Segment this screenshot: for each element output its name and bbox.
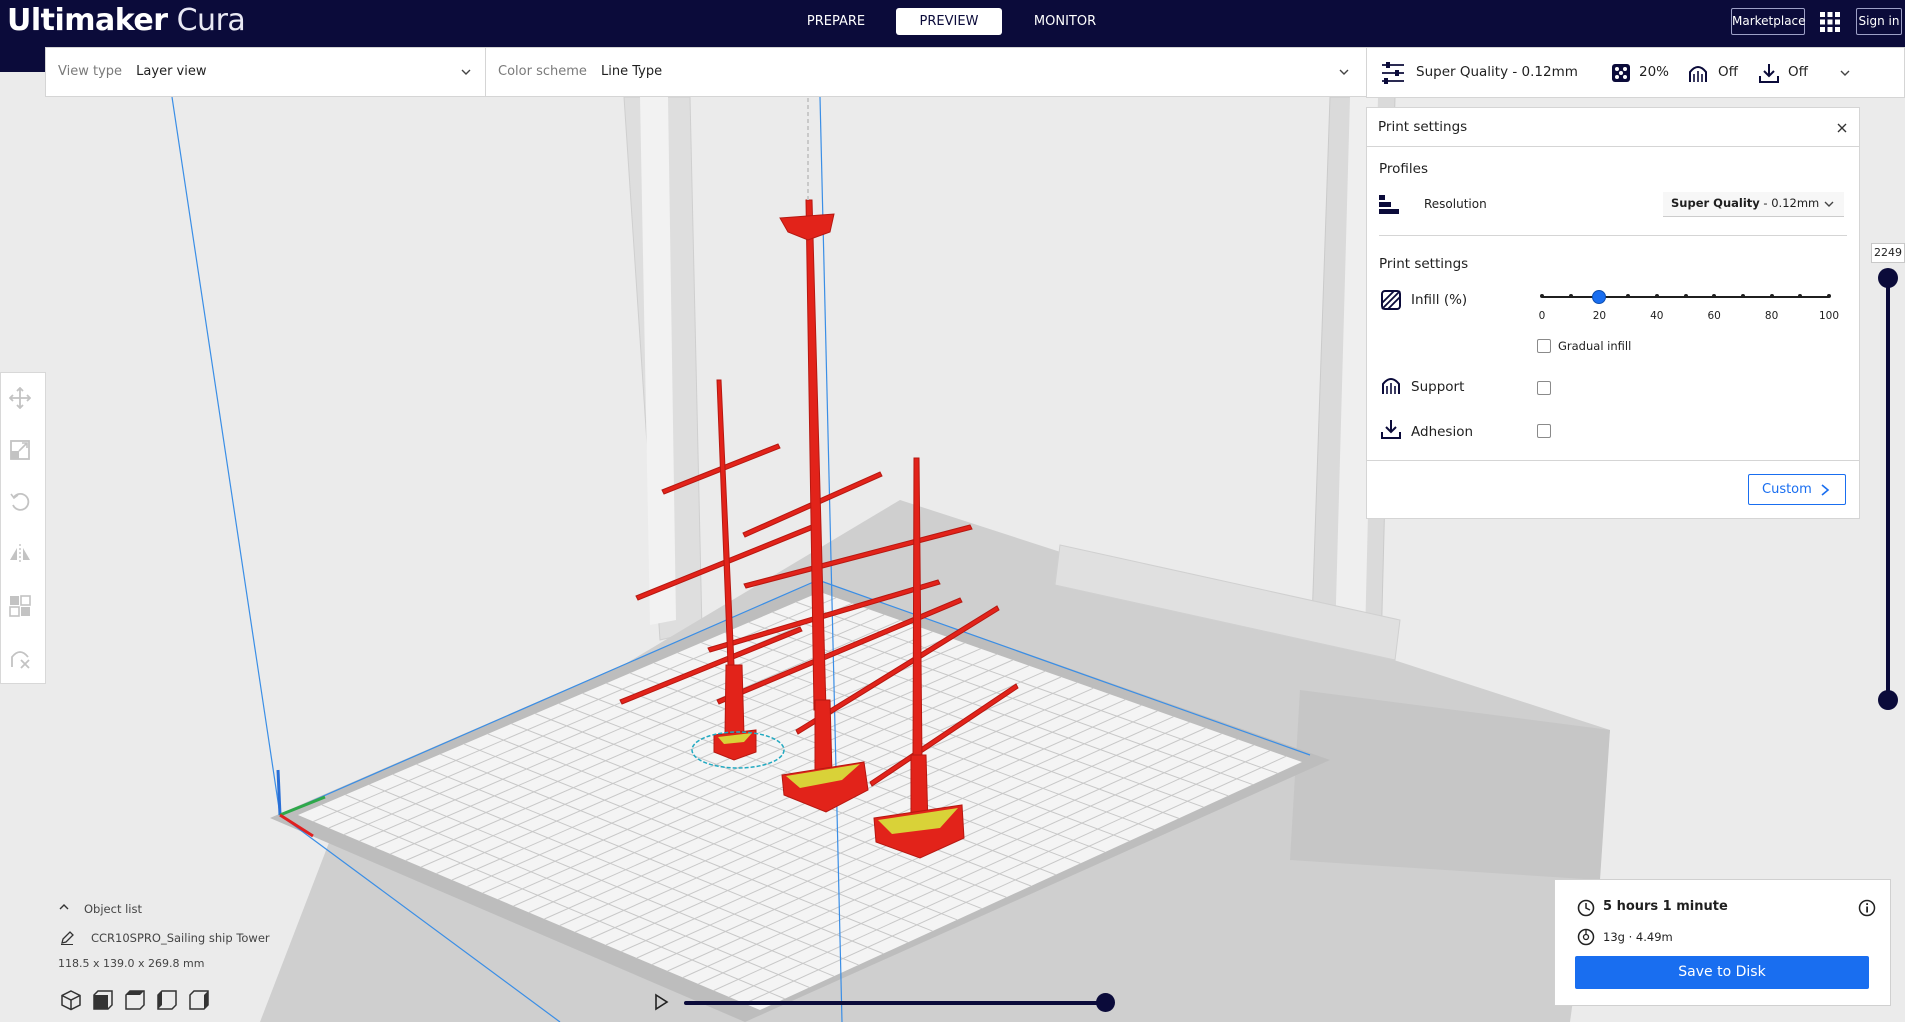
left-toolbar	[0, 372, 46, 684]
view-left-icon[interactable]	[156, 989, 178, 1011]
chevron-down-icon[interactable]	[1839, 67, 1851, 79]
move-icon[interactable]	[9, 387, 31, 409]
per-model-settings-icon[interactable]	[9, 595, 31, 617]
tab-monitor[interactable]: MONITOR	[1022, 8, 1108, 35]
chevron-right-icon	[1821, 484, 1830, 496]
infill-tick-label: 20	[1592, 310, 1607, 322]
infill-slider-dot	[1654, 294, 1659, 298]
print-settings-panel: Print settings Profiles Resolution Super…	[1366, 107, 1860, 519]
infill-slider-handle[interactable]	[1592, 290, 1607, 304]
divider	[1367, 460, 1859, 461]
gradual-infill-checkbox[interactable]	[1537, 339, 1551, 353]
support-icon	[1382, 378, 1400, 394]
app-logo: Ultimaker Cura	[7, 3, 246, 38]
color-scheme-value: Line Type	[601, 64, 663, 79]
resolution-value-bold: Super Quality	[1671, 196, 1760, 210]
infill-slider-dot	[1540, 294, 1544, 298]
infill-slider-dot	[1827, 294, 1831, 298]
print-settings-header[interactable]: Super Quality - 0.12mm 20% Off Off	[1366, 47, 1905, 98]
support-checkbox[interactable]	[1537, 381, 1551, 395]
resolution-icon	[1379, 195, 1399, 214]
scale-icon[interactable]	[9, 439, 31, 461]
resolution-label: Resolution	[1424, 197, 1487, 211]
profiles-heading: Profiles	[1379, 161, 1429, 177]
layer-slider-track[interactable]	[1886, 278, 1890, 700]
color-scheme-label: Color scheme	[498, 64, 587, 79]
infill-summary: 20%	[1639, 64, 1670, 80]
material-spool-icon	[1577, 928, 1595, 946]
material-usage: 13g · 4.49m	[1603, 930, 1673, 944]
rotate-icon[interactable]	[9, 491, 31, 513]
view-header: View type Layer view Color scheme Line T…	[45, 47, 1368, 97]
tab-prepare[interactable]: PREPARE	[795, 8, 877, 35]
marketplace-button[interactable]: Marketplace	[1731, 8, 1806, 35]
support-icon	[1689, 66, 1707, 82]
support-summary: Off	[1718, 64, 1738, 80]
print-settings-heading: Print settings	[1379, 256, 1469, 272]
print-time: 5 hours 1 minute	[1603, 899, 1728, 914]
infill-slider-dot	[1769, 294, 1774, 298]
apps-grid-icon[interactable]	[1819, 11, 1841, 33]
simulation-slider-track[interactable]	[684, 1001, 1107, 1005]
infill-icon	[1612, 64, 1630, 82]
view-3d-icon[interactable]	[60, 989, 82, 1011]
object-name: CCR10SPRO_Sailing ship Tower	[91, 931, 270, 945]
infill-slider-dot	[1683, 294, 1688, 298]
custom-button-label: Custom	[1762, 482, 1812, 497]
infill-slider-dot	[1740, 294, 1745, 298]
view-type-label: View type	[58, 64, 123, 79]
gradual-infill-label: Gradual infill	[1558, 339, 1632, 353]
divider	[485, 48, 486, 96]
infill-tick-label: 60	[1707, 310, 1721, 322]
sign-in-button[interactable]: Sign in	[1856, 8, 1902, 35]
chevron-up-icon[interactable]	[58, 902, 70, 912]
view-front-icon[interactable]	[92, 989, 114, 1011]
infill-hatch-icon	[1381, 290, 1401, 310]
view-right-icon[interactable]	[188, 989, 210, 1011]
view-type-value: Layer view	[136, 64, 207, 79]
settings-sliders-icon	[1382, 62, 1404, 84]
infill-tick-label: 0	[1538, 310, 1546, 322]
support-blocker-icon[interactable]	[9, 647, 31, 669]
profile-summary: Super Quality - 0.12mm	[1416, 64, 1578, 80]
custom-button[interactable]: Custom	[1748, 474, 1846, 505]
resolution-dropdown[interactable]: Super Quality - 0.12mm	[1663, 192, 1844, 217]
layer-number-input[interactable]: 2249	[1871, 243, 1905, 263]
infill-tick-label: 80	[1764, 310, 1779, 322]
resolution-value-rest: - 0.12mm	[1759, 196, 1820, 210]
adhesion-icon	[1381, 420, 1401, 439]
edit-pencil-icon[interactable]	[60, 931, 74, 945]
panel-title: Print settings	[1378, 119, 1468, 135]
adhesion-icon	[1759, 64, 1779, 83]
chevron-down-icon[interactable]	[1338, 66, 1350, 78]
infill-tick-label: 100	[1818, 310, 1840, 322]
adhesion-summary: Off	[1788, 64, 1808, 80]
job-action-panel: 5 hours 1 minute 13g · 4.49m Save to Dis…	[1554, 879, 1891, 1006]
view-top-icon[interactable]	[124, 989, 146, 1011]
chevron-down-icon	[1824, 201, 1834, 207]
tab-preview[interactable]: PREVIEW	[896, 8, 1002, 35]
layer-slider-bottom-handle[interactable]	[1878, 690, 1898, 710]
infill-slider-dot	[1568, 294, 1573, 298]
chevron-down-icon[interactable]	[460, 66, 472, 78]
play-icon[interactable]	[653, 993, 669, 1011]
simulation-slider-handle[interactable]	[1096, 993, 1115, 1012]
divider	[1367, 146, 1859, 147]
color-scheme-selector[interactable]: Color scheme Line Type	[498, 48, 1348, 96]
layer-slider-top-handle[interactable]	[1878, 268, 1898, 288]
view-type-selector[interactable]: View type Layer view	[58, 48, 478, 96]
object-dimensions: 118.5 x 139.0 x 269.8 mm	[58, 957, 205, 970]
mirror-icon[interactable]	[9, 543, 31, 565]
infill-tick-label: 40	[1650, 310, 1664, 322]
close-icon[interactable]	[1836, 122, 1848, 134]
object-list-title[interactable]: Object list	[84, 902, 142, 916]
support-label: Support	[1411, 379, 1465, 395]
save-to-disk-button[interactable]: Save to Disk	[1575, 956, 1869, 989]
adhesion-checkbox[interactable]	[1537, 424, 1551, 438]
infill-label: Infill (%)	[1411, 292, 1468, 308]
adhesion-label: Adhesion	[1411, 424, 1474, 440]
divider	[1379, 235, 1847, 236]
clock-icon	[1577, 899, 1595, 917]
info-icon[interactable]	[1858, 899, 1876, 917]
